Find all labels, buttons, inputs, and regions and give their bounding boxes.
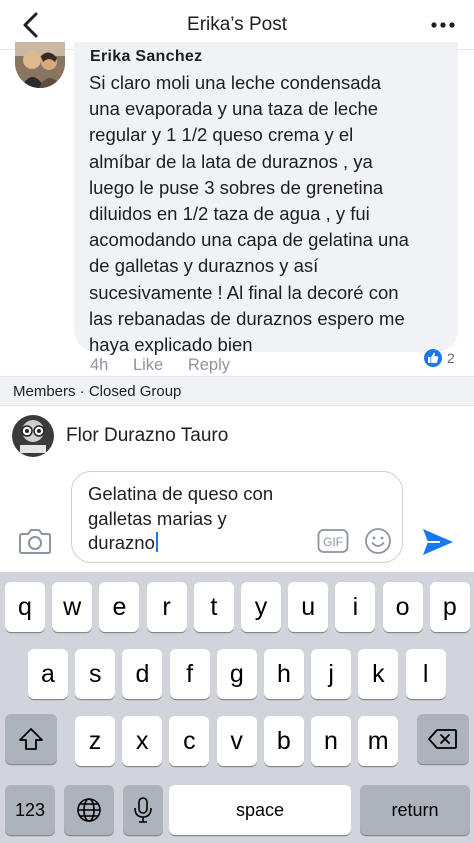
comment-bubble: Erika Sanchez Si claro moli una leche co… xyxy=(74,42,458,355)
page-title: Erika’s Post xyxy=(187,14,287,35)
key-x[interactable]: x xyxy=(122,716,163,766)
comment-timestamp: 4h xyxy=(90,356,109,374)
microphone-icon xyxy=(134,797,152,823)
comment-input-text[interactable]: Gelatina de queso con galletas marias y … xyxy=(88,482,318,556)
onscreen-keyboard: qwertyuiop asdfghjkl zxcvbnm 123 space r… xyxy=(0,572,474,843)
key-c[interactable]: c xyxy=(169,716,210,766)
reaction-count: 2 xyxy=(447,350,455,366)
comment-author[interactable]: Erika Sanchez xyxy=(90,48,202,66)
globe-key[interactable] xyxy=(64,785,114,835)
gif-button[interactable]: GIF xyxy=(317,528,349,554)
delete-key[interactable] xyxy=(417,714,469,764)
numbers-key[interactable]: 123 xyxy=(5,785,55,835)
gif-label: GIF xyxy=(323,535,343,549)
key-u[interactable]: u xyxy=(288,582,329,632)
key-z[interactable]: z xyxy=(75,716,115,766)
shift-icon xyxy=(19,728,43,750)
group-privacy-label: Members · Closed Group xyxy=(13,383,182,400)
send-icon xyxy=(423,529,453,555)
reply-button[interactable]: Reply xyxy=(188,356,230,374)
like-button[interactable]: Like xyxy=(133,356,163,374)
poster-name: Flor Durazno Tauro xyxy=(66,425,229,446)
camera-button[interactable] xyxy=(18,526,52,556)
comment-actions: 4h Like Reply xyxy=(90,356,250,375)
backspace-icon xyxy=(428,729,457,749)
text-cursor xyxy=(155,532,158,552)
commenter-avatar[interactable] xyxy=(15,42,65,88)
space-key[interactable]: space xyxy=(169,785,351,835)
key-h[interactable]: h xyxy=(264,649,304,699)
key-p[interactable]: p xyxy=(429,582,470,632)
key-b[interactable]: b xyxy=(263,716,304,766)
poster-avatar[interactable] xyxy=(12,415,54,457)
key-k[interactable]: k xyxy=(358,649,399,699)
key-s[interactable]: s xyxy=(75,649,116,699)
key-j[interactable]: j xyxy=(311,649,352,699)
key-t[interactable]: t xyxy=(193,582,234,632)
key-m[interactable]: m xyxy=(358,716,399,766)
thumbs-up-icon xyxy=(423,348,443,368)
emoji-button[interactable] xyxy=(364,527,392,555)
dictation-key[interactable] xyxy=(123,785,163,835)
smiley-icon xyxy=(365,528,391,554)
key-l[interactable]: l xyxy=(405,649,446,699)
key-g[interactable]: g xyxy=(216,649,257,699)
more-horizontal-icon xyxy=(431,22,455,28)
reaction-summary[interactable]: 2 xyxy=(423,348,463,370)
key-d[interactable]: d xyxy=(122,649,163,699)
more-options-button[interactable] xyxy=(428,12,458,38)
key-i[interactable]: i xyxy=(335,582,376,632)
key-n[interactable]: n xyxy=(311,716,351,766)
camera-icon xyxy=(19,529,51,554)
send-button[interactable] xyxy=(420,526,456,558)
key-w[interactable]: w xyxy=(52,582,93,632)
comment-input[interactable]: Gelatina de queso con galletas marias y … xyxy=(71,471,403,563)
key-r[interactable]: r xyxy=(146,582,187,632)
gif-icon: GIF xyxy=(317,529,349,553)
comment-input-value: Gelatina de queso con galletas marias y … xyxy=(88,483,274,553)
comment-text: Si claro moli una leche condensada una e… xyxy=(89,72,409,356)
globe-icon xyxy=(77,798,101,822)
key-e[interactable]: e xyxy=(99,582,140,632)
shift-key[interactable] xyxy=(5,714,57,764)
key-f[interactable]: f xyxy=(169,649,210,699)
key-o[interactable]: o xyxy=(382,582,423,632)
group-privacy-bar: Members · Closed Group xyxy=(0,376,474,406)
key-q[interactable]: q xyxy=(5,582,45,632)
return-key[interactable]: return xyxy=(360,785,470,835)
key-v[interactable]: v xyxy=(216,716,257,766)
key-y[interactable]: y xyxy=(241,582,281,632)
key-a[interactable]: a xyxy=(28,649,68,699)
